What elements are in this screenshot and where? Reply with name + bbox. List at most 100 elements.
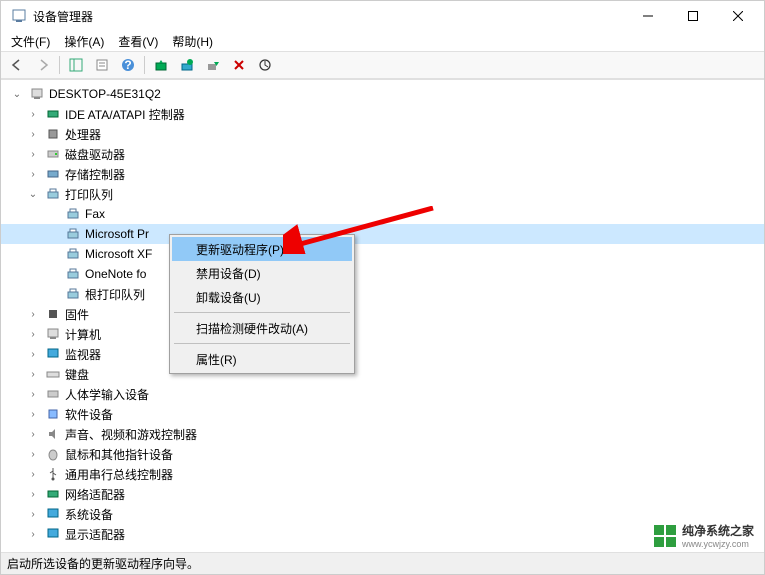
expand-icon[interactable]: › — [25, 466, 41, 482]
device-onenote[interactable]: OneNote fo — [1, 264, 764, 284]
category-usb[interactable]: › 通用串行总线控制器 — [1, 464, 764, 484]
update-driver-button[interactable] — [175, 54, 199, 76]
expand-icon[interactable]: › — [25, 306, 41, 322]
category-network[interactable]: › 网络适配器 — [1, 484, 764, 504]
expand-icon[interactable]: › — [25, 126, 41, 142]
ctx-disable[interactable]: 禁用设备(D) — [172, 261, 352, 285]
category-label: 打印队列 — [65, 186, 113, 203]
category-label: 处理器 — [65, 126, 101, 143]
category-label: 系统设备 — [65, 506, 113, 523]
category-label: 鼠标和其他指针设备 — [65, 446, 173, 463]
hid-icon — [45, 386, 61, 402]
category-audio[interactable]: › 声音、视频和游戏控制器 — [1, 424, 764, 444]
expand-icon[interactable]: › — [25, 146, 41, 162]
menubar: 文件(F) 操作(A) 查看(V) 帮助(H) — [1, 31, 764, 51]
device-label: 根打印队列 — [85, 286, 145, 303]
category-label: IDE ATA/ATAPI 控制器 — [65, 106, 185, 123]
ctx-uninstall[interactable]: 卸载设备(U) — [172, 285, 352, 309]
collapse-icon[interactable]: ⌄ — [9, 86, 25, 102]
watermark-url: www.ycwjzy.com — [682, 539, 754, 549]
category-hid[interactable]: › 人体学输入设备 — [1, 384, 764, 404]
category-system[interactable]: › 系统设备 — [1, 504, 764, 524]
usb-icon — [45, 466, 61, 482]
category-keyboard[interactable]: › 键盘 — [1, 364, 764, 384]
forward-button[interactable] — [31, 54, 55, 76]
menu-action[interactable]: 操作(A) — [60, 31, 108, 52]
category-monitor[interactable]: › 监视器 — [1, 344, 764, 364]
scan-button[interactable] — [149, 54, 173, 76]
disable-button[interactable] — [201, 54, 225, 76]
toolbar: ? — [1, 51, 764, 79]
category-label: 网络适配器 — [65, 486, 125, 503]
window-title: 设备管理器 — [33, 8, 625, 25]
maximize-button[interactable] — [670, 1, 715, 31]
expand-icon[interactable]: › — [25, 366, 41, 382]
status-text: 启动所选设备的更新驱动程序向导。 — [7, 555, 199, 572]
device-root-print[interactable]: 根打印队列 — [1, 284, 764, 304]
device-label: Microsoft Pr — [85, 227, 149, 241]
expand-icon[interactable]: › — [25, 346, 41, 362]
expand-icon[interactable]: › — [25, 106, 41, 122]
window-controls — [625, 1, 760, 31]
category-label: 监视器 — [65, 346, 101, 363]
system-icon — [45, 506, 61, 522]
watermark: 纯净系统之家 www.ycwjzy.com — [654, 522, 754, 549]
expand-icon[interactable]: › — [25, 386, 41, 402]
help-button[interactable]: ? — [116, 54, 140, 76]
expand-icon[interactable]: › — [25, 326, 41, 342]
uninstall-button[interactable] — [227, 54, 251, 76]
close-button[interactable] — [715, 1, 760, 31]
expand-icon[interactable]: › — [25, 406, 41, 422]
category-label: 存储控制器 — [65, 166, 125, 183]
tree-root[interactable]: ⌄ DESKTOP-45E31Q2 — [1, 84, 764, 104]
minimize-button[interactable] — [625, 1, 670, 31]
keyboard-icon — [45, 366, 61, 382]
show-hidden-button[interactable] — [64, 54, 88, 76]
display-icon — [45, 526, 61, 542]
category-computer[interactable]: › 计算机 — [1, 324, 764, 344]
category-mouse[interactable]: › 鼠标和其他指针设备 — [1, 444, 764, 464]
disk-icon — [45, 146, 61, 162]
back-button[interactable] — [5, 54, 29, 76]
category-printqueue[interactable]: ⌄ 打印队列 — [1, 184, 764, 204]
expand-icon[interactable]: › — [25, 526, 41, 542]
category-ide[interactable]: › IDE ATA/ATAPI 控制器 — [1, 104, 764, 124]
ctx-update-driver[interactable]: 更新驱动程序(P) — [172, 237, 352, 261]
cpu-icon — [45, 126, 61, 142]
category-disk[interactable]: › 磁盘驱动器 — [1, 144, 764, 164]
device-tree[interactable]: ⌄ DESKTOP-45E31Q2 › IDE ATA/ATAPI 控制器 › … — [1, 79, 764, 552]
toolbar-separator — [144, 56, 145, 74]
category-display[interactable]: › 显示适配器 — [1, 524, 764, 544]
network-icon — [45, 486, 61, 502]
expand-icon[interactable]: › — [25, 446, 41, 462]
category-processor[interactable]: › 处理器 — [1, 124, 764, 144]
category-storage[interactable]: › 存储控制器 — [1, 164, 764, 184]
refresh-button[interactable] — [253, 54, 277, 76]
device-fax[interactable]: Fax — [1, 204, 764, 224]
device-label: OneNote fo — [85, 267, 146, 281]
device-ms-print[interactable]: Microsoft Pr — [1, 224, 764, 244]
collapse-icon[interactable]: ⌄ — [25, 186, 41, 202]
properties-button[interactable] — [90, 54, 114, 76]
category-software[interactable]: › 软件设备 — [1, 404, 764, 424]
menu-view[interactable]: 查看(V) — [114, 31, 162, 52]
menu-file[interactable]: 文件(F) — [7, 31, 54, 52]
ctx-scan[interactable]: 扫描检测硬件改动(A) — [172, 316, 352, 340]
computer-icon — [45, 326, 61, 342]
computer-icon — [29, 86, 45, 102]
expand-icon[interactable]: › — [25, 166, 41, 182]
expand-icon[interactable]: › — [25, 506, 41, 522]
device-label: Fax — [85, 207, 105, 221]
category-label: 通用串行总线控制器 — [65, 466, 173, 483]
printer-icon — [65, 226, 81, 242]
expand-icon[interactable]: › — [25, 426, 41, 442]
context-menu: 更新驱动程序(P) 禁用设备(D) 卸载设备(U) 扫描检测硬件改动(A) 属性… — [169, 234, 355, 374]
svg-text:?: ? — [124, 58, 131, 72]
category-label: 人体学输入设备 — [65, 386, 149, 403]
menu-help[interactable]: 帮助(H) — [168, 31, 217, 52]
category-firmware[interactable]: › 固件 — [1, 304, 764, 324]
expand-icon[interactable]: › — [25, 486, 41, 502]
device-ms-xps[interactable]: Microsoft XF — [1, 244, 764, 264]
ctx-properties[interactable]: 属性(R) — [172, 347, 352, 371]
watermark-logo-icon — [654, 525, 676, 547]
